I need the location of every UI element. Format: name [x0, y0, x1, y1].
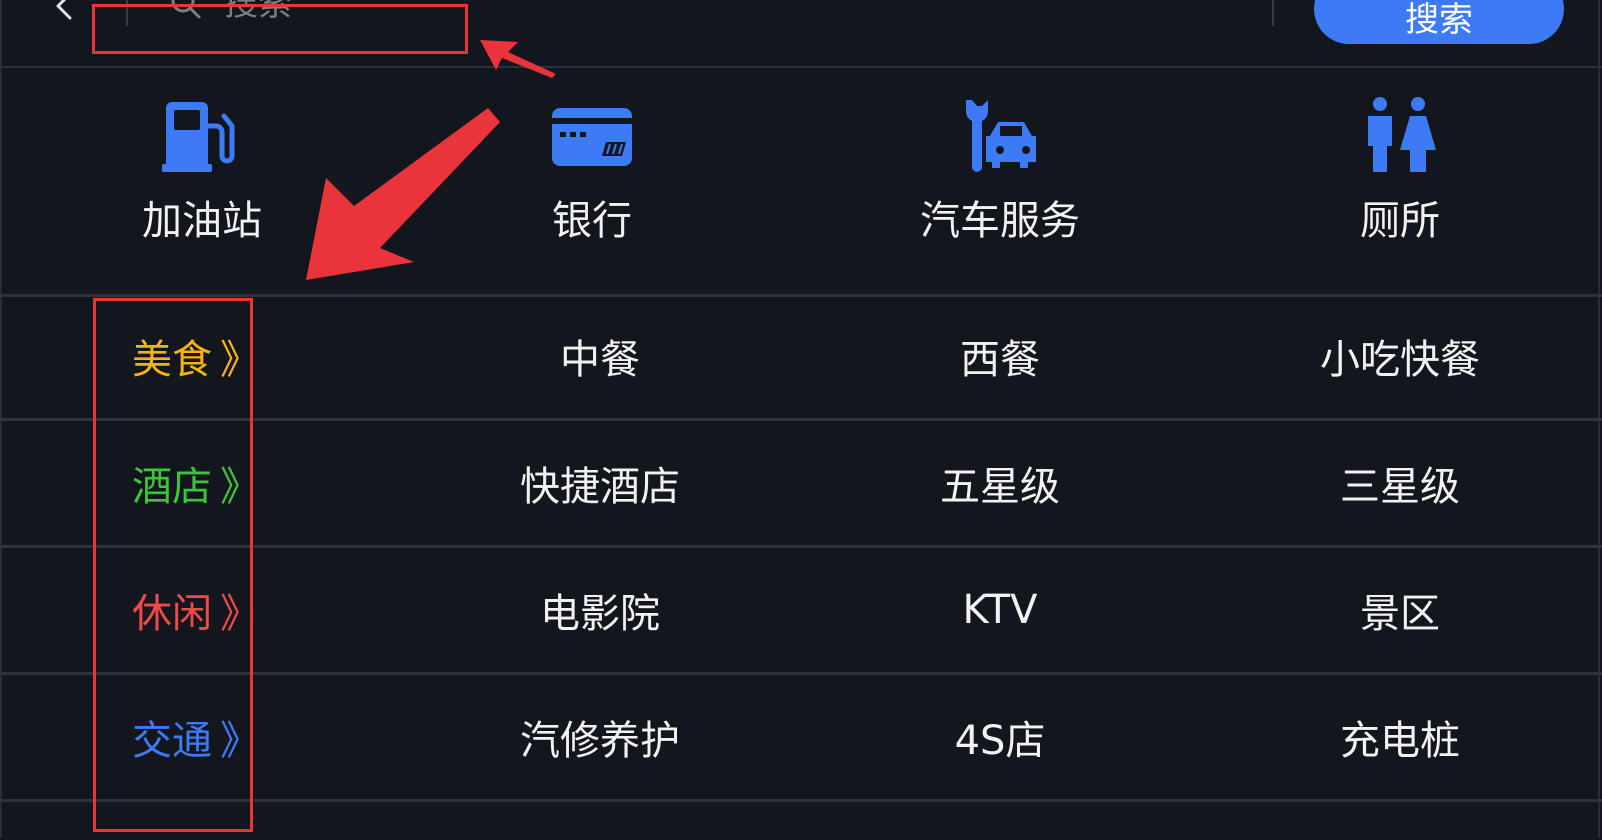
- search-divider-right: [1272, 0, 1274, 26]
- quick-link-label: 加油站: [142, 198, 262, 244]
- quick-link-bank[interactable]: 银行: [442, 96, 742, 246]
- car-service-icon: [966, 100, 1036, 172]
- quick-link-label: 厕所: [1360, 198, 1440, 244]
- category-item[interactable]: 西餐: [800, 294, 1200, 418]
- category-item[interactable]: 充电桩: [1200, 675, 1600, 799]
- category-item[interactable]: 中餐: [400, 294, 800, 418]
- search-button[interactable]: 搜索: [1314, 0, 1564, 44]
- category-item[interactable]: 4S店: [800, 675, 1200, 799]
- quick-link-label: 银行: [552, 198, 632, 244]
- quick-links-row: 加油站 银行 汽车服务 厕所: [0, 66, 1602, 297]
- category-item[interactable]: 汽修养护: [400, 675, 800, 799]
- category-item[interactable]: 小吃快餐: [1200, 294, 1600, 418]
- quick-link-car-service[interactable]: 汽车服务: [850, 96, 1150, 246]
- category-item[interactable]: 快捷酒店: [400, 421, 800, 545]
- category-item[interactable]: 电影院: [400, 548, 800, 672]
- quick-link-label: 汽车服务: [920, 198, 1080, 244]
- bank-card-icon: [552, 108, 632, 166]
- back-arrow-icon[interactable]: [50, 0, 80, 30]
- quick-link-restroom[interactable]: 厕所: [1250, 96, 1550, 246]
- gas-station-icon: [162, 102, 235, 172]
- restroom-icon: [1368, 97, 1436, 172]
- category-item[interactable]: 景区: [1200, 548, 1600, 672]
- quick-link-gas-station[interactable]: 加油站: [52, 96, 352, 246]
- annotation-box-categories: [93, 298, 253, 832]
- category-item[interactable]: KTV: [800, 548, 1200, 672]
- annotation-box-search: [92, 4, 468, 54]
- category-item[interactable]: 三星级: [1200, 421, 1600, 545]
- category-item[interactable]: 五星级: [800, 421, 1200, 545]
